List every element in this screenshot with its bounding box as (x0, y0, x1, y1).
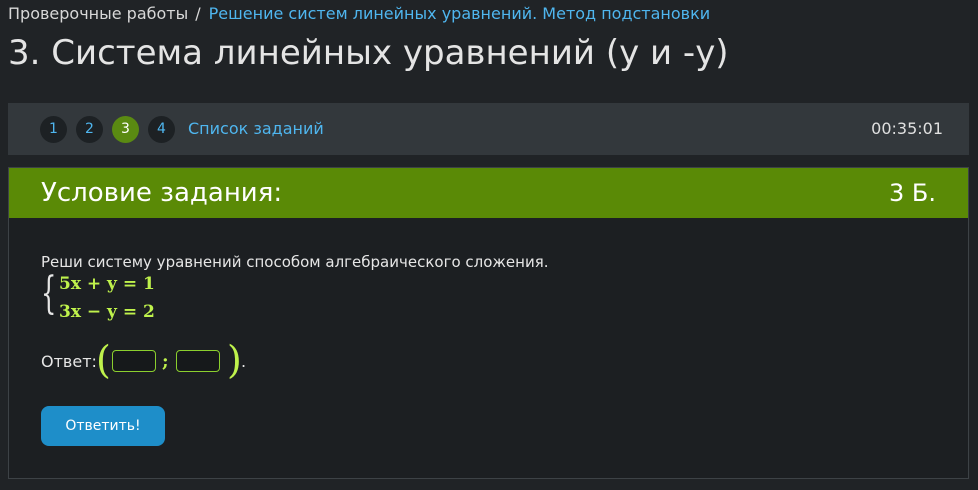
task-card: Условие задания: 3 Б. Реши систему уравн… (8, 167, 969, 479)
answer-separator: ; (162, 351, 169, 372)
breadcrumb: Проверочные работы / Решение систем линейн… (8, 4, 710, 24)
task-navigation-bar: 1 2 3 4 Список заданий 00:35:01 (8, 103, 969, 155)
breadcrumb-separator: / (195, 4, 201, 23)
task-number-2[interactable]: 2 (76, 116, 103, 143)
task-header-title: Условие задания: (41, 178, 283, 208)
answer-x-input[interactable] (112, 350, 156, 372)
equation-2: 3x − y = 2 (59, 302, 155, 322)
task-header: Условие задания: 3 Б. (9, 168, 968, 218)
answer-period: . (241, 352, 247, 371)
task-points: 3 Б. (889, 179, 936, 207)
task-list-link[interactable]: Список заданий (188, 119, 324, 139)
task-number-3[interactable]: 3 (112, 116, 139, 143)
timer: 00:35:01 (871, 119, 943, 138)
breadcrumb-current-link[interactable]: Решение систем линейных уравнений. Метод… (209, 4, 711, 23)
page-title: 3. Система линейных уравнений (y и -y) (8, 33, 729, 73)
system-brace: { (41, 268, 57, 319)
equation-1: 5x + y = 1 (59, 274, 155, 294)
close-parenthesis: ) (227, 338, 242, 382)
task-number-4[interactable]: 4 (148, 116, 175, 143)
task-instruction: Реши систему уравнений способом алгебраи… (41, 253, 549, 271)
task-number-1[interactable]: 1 (40, 116, 67, 143)
answer-y-input[interactable] (176, 350, 220, 372)
submit-answer-button[interactable]: Ответить! (41, 406, 165, 446)
answer-label: Ответ: (41, 352, 97, 371)
breadcrumb-root[interactable]: Проверочные работы (8, 4, 188, 23)
open-parenthesis: ( (96, 338, 111, 382)
